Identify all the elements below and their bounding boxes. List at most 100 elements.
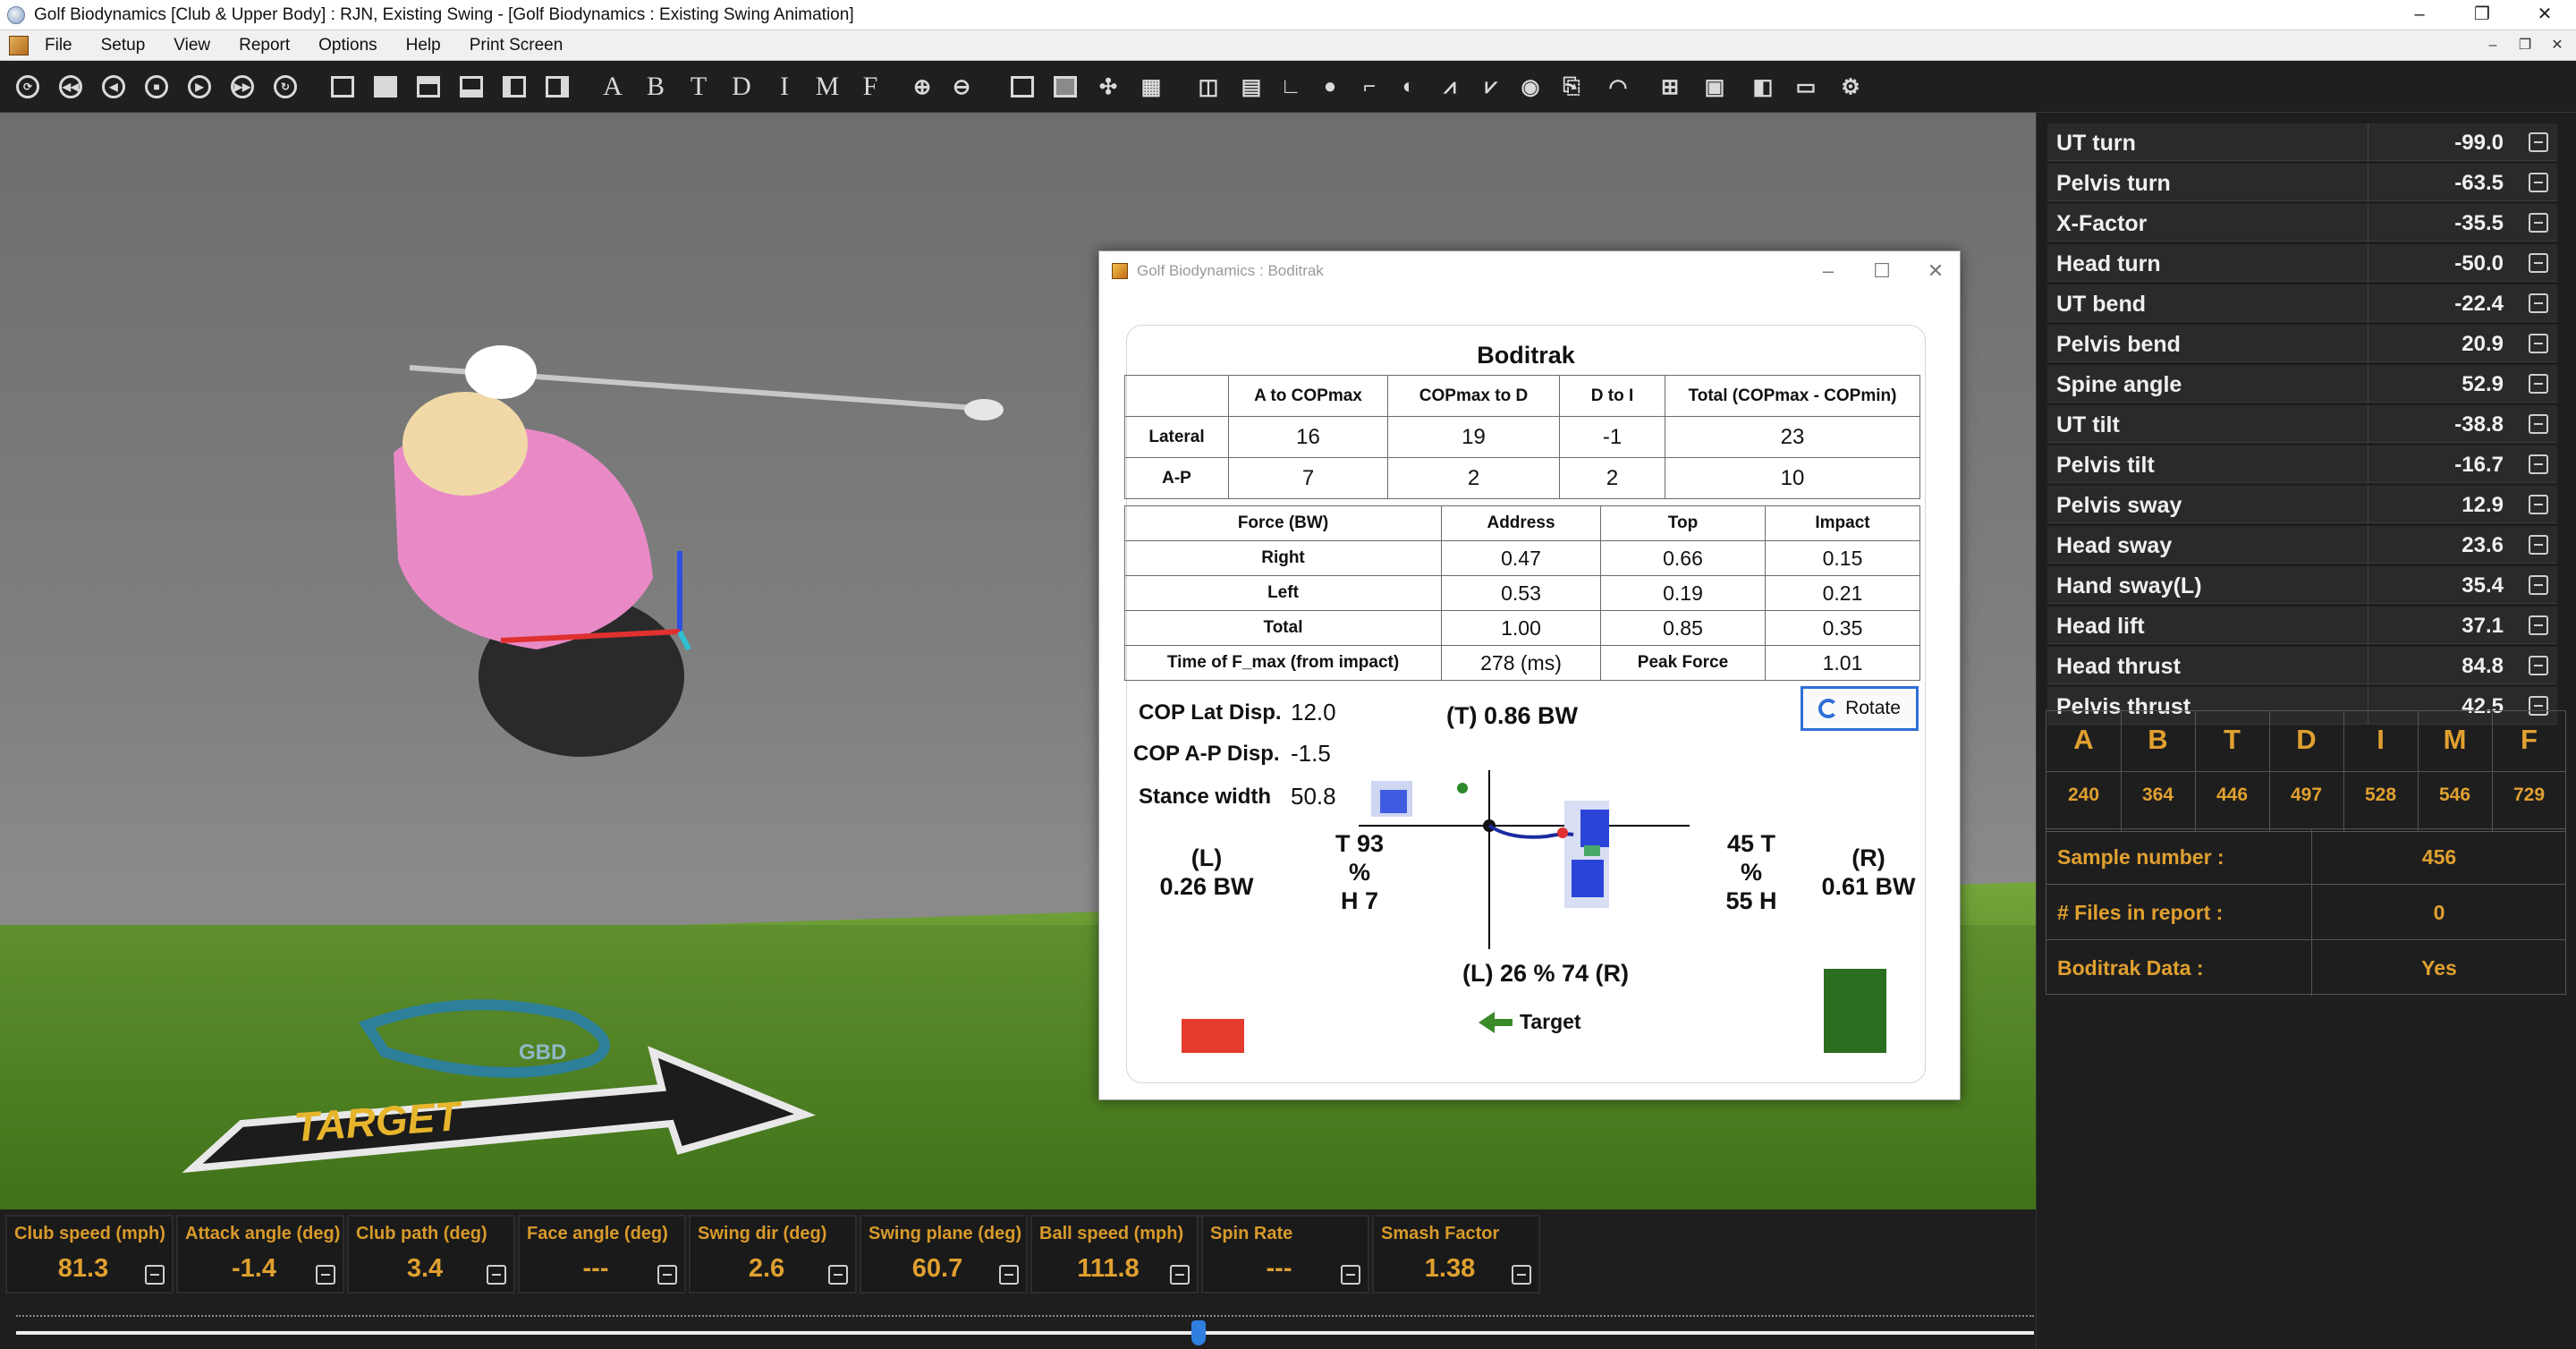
metric-row: Pelvis sway 12.9 [2047, 486, 2557, 523]
minimize-button[interactable]: – [2388, 0, 2451, 30]
collapse-icon[interactable] [487, 1265, 506, 1285]
menu-file[interactable]: File [45, 36, 72, 55]
phase-f-button[interactable]: F [855, 72, 886, 102]
collapse-icon[interactable] [2529, 615, 2548, 635]
maximize-button[interactable]: ❐ [2451, 0, 2513, 30]
view-right-icon[interactable] [542, 72, 572, 102]
collapse-icon[interactable] [2529, 535, 2548, 555]
phase-b-label[interactable]: B [2121, 724, 2195, 756]
panel-icon[interactable]: ▤ [1236, 72, 1267, 102]
collapse-icon[interactable] [828, 1265, 848, 1285]
phase-a-label[interactable]: A [2046, 724, 2121, 756]
frame-icon[interactable] [1007, 72, 1038, 102]
mdi-close-button[interactable]: ✕ [2542, 30, 2572, 61]
collapse-icon[interactable] [1341, 1265, 1360, 1285]
collapse-icon[interactable] [2529, 253, 2548, 273]
collapse-icon[interactable] [2529, 173, 2548, 192]
collapse-icon[interactable] [2529, 132, 2548, 152]
collapse-icon[interactable] [2529, 213, 2548, 233]
collapse-icon[interactable] [1512, 1265, 1531, 1285]
ball-icon[interactable]: ● [1315, 72, 1345, 102]
menu-report[interactable]: Report [239, 36, 290, 55]
collapse-icon[interactable] [999, 1265, 1019, 1285]
collapse-icon[interactable] [2529, 293, 2548, 313]
refresh-icon[interactable]: ⟳ [13, 72, 43, 102]
settings-icon[interactable]: ⚙ [1835, 72, 1866, 102]
menu-help[interactable]: Help [406, 36, 441, 55]
skip-back-icon[interactable]: ◀◀ [55, 72, 86, 102]
view-left-icon[interactable] [499, 72, 530, 102]
export-icon[interactable]: ⎘ [1556, 72, 1587, 102]
phase-m-label[interactable]: M [2418, 724, 2492, 756]
phase-a-button[interactable]: A [597, 72, 628, 102]
collapse-icon[interactable] [316, 1265, 335, 1285]
view-back-icon[interactable] [370, 72, 401, 102]
collapse-icon[interactable] [2529, 374, 2548, 394]
bar-graph-icon[interactable]: ◉ [1515, 72, 1546, 102]
close-button[interactable]: ✕ [2513, 0, 2576, 30]
collapse-icon[interactable] [1170, 1265, 1190, 1285]
left-weight-bar [1182, 1019, 1244, 1053]
menu-options[interactable]: Options [318, 36, 377, 55]
collapse-icon[interactable] [2529, 454, 2548, 474]
view-front-icon[interactable] [327, 72, 358, 102]
info-row: Boditrak Data : Yes [2046, 940, 2565, 996]
stop-icon[interactable]: ■ [141, 72, 172, 102]
boditrak-maximize-button[interactable]: ☐ [1860, 257, 1904, 285]
collapse-icon[interactable] [145, 1265, 165, 1285]
multi-graph-icon[interactable]: ⩗ [1476, 72, 1506, 102]
phase-i-label[interactable]: I [2343, 724, 2418, 756]
phase-t-button[interactable]: T [683, 72, 714, 102]
collapse-icon[interactable] [657, 1265, 677, 1285]
collapse-icon[interactable] [2529, 414, 2548, 434]
timeline-track[interactable] [16, 1331, 2034, 1335]
axes-icon[interactable]: ✣ [1093, 72, 1123, 102]
view-bottom-icon[interactable] [456, 72, 487, 102]
top-force-label: (T) 0.86 BW [1446, 702, 1579, 729]
swing-icon[interactable]: ◐ [1394, 72, 1424, 102]
step-back-icon[interactable]: ◀ [98, 72, 129, 102]
collapse-icon[interactable] [2529, 575, 2548, 595]
split-view-icon[interactable]: ◫ [1193, 72, 1224, 102]
timeline-thumb[interactable] [1191, 1320, 1206, 1345]
phase-m-button[interactable]: M [812, 72, 843, 102]
phase-d-label[interactable]: D [2269, 724, 2343, 756]
zoom-out-icon[interactable]: ⊖ [946, 72, 977, 102]
metric-value: -35.5 [2454, 211, 2504, 235]
rotate-button[interactable]: Rotate [1801, 686, 1919, 731]
phase-i-button[interactable]: I [769, 72, 800, 102]
step-forward-icon[interactable]: ▶▶ [227, 72, 258, 102]
menu-setup[interactable]: Setup [101, 36, 146, 55]
mdi-minimize-button[interactable]: – [2478, 30, 2508, 61]
boditrak-close-button[interactable]: ✕ [1913, 257, 1958, 285]
monitor-icon[interactable]: ▭ [1791, 72, 1821, 102]
collapse-icon[interactable] [2529, 656, 2548, 675]
mdi-app-icon[interactable] [9, 35, 29, 55]
phase-b-button[interactable]: B [640, 72, 671, 102]
phase-t-label[interactable]: T [2195, 724, 2269, 756]
club-icon[interactable]: ⌐ [1354, 72, 1385, 102]
line-graph-icon[interactable]: ⩘ [1435, 72, 1465, 102]
grid-icon[interactable]: ▦ [1136, 72, 1166, 102]
table-cell: 7 [1228, 457, 1388, 499]
frame-fill-icon[interactable] [1050, 72, 1080, 102]
menu-print-screen[interactable]: Print Screen [470, 36, 564, 55]
timeline-slider[interactable] [0, 1295, 2036, 1349]
phase-d-button[interactable]: D [726, 72, 757, 102]
view-top-icon[interactable] [413, 72, 444, 102]
compare-icon[interactable]: ◧ [1748, 72, 1778, 102]
add-report-icon[interactable]: ⊞ [1655, 72, 1685, 102]
play-icon[interactable]: ▶ [184, 72, 215, 102]
report-icon[interactable]: ▣ [1699, 72, 1730, 102]
mdi-restore-button[interactable]: ❐ [2510, 30, 2540, 61]
collapse-icon[interactable] [2529, 495, 2548, 514]
loop-icon[interactable]: ↻ [270, 72, 301, 102]
cop-displacement-table: A to COPmax COPmax to D D to I Total (CO… [1124, 375, 1920, 499]
zoom-in-icon[interactable]: ⊕ [907, 72, 937, 102]
collapse-icon[interactable] [2529, 334, 2548, 353]
gauge-icon[interactable]: ◠ [1603, 72, 1633, 102]
boditrak-minimize-button[interactable]: – [1806, 257, 1851, 285]
menu-view[interactable]: View [174, 36, 210, 55]
phase-f-label[interactable]: F [2492, 724, 2566, 756]
angle-icon[interactable]: ∟ [1275, 72, 1306, 102]
